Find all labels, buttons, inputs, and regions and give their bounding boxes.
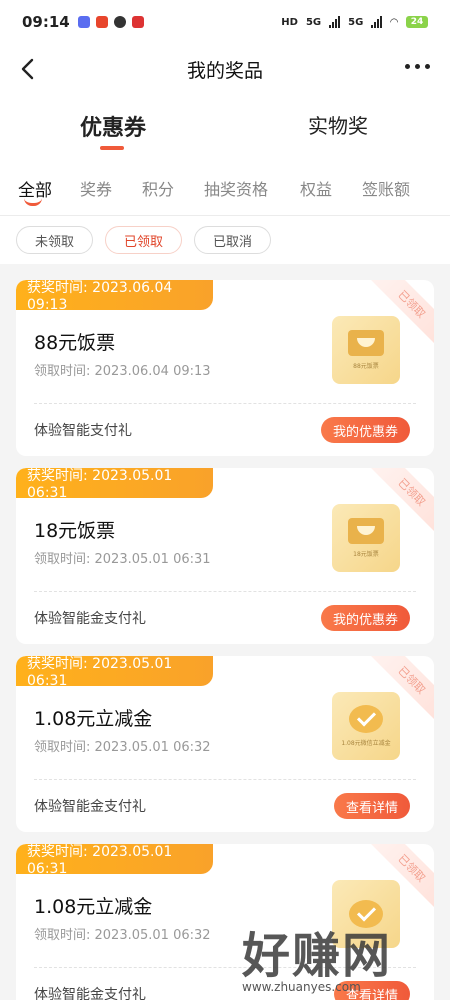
message-icon xyxy=(113,16,126,28)
notification-icons xyxy=(77,16,144,28)
subtab-spending-credit-label: 签账额 xyxy=(362,180,411,199)
prize-card[interactable]: 获奖时间: 2023.06.04 09:13 已领取 88元饭票 领取时间: 2… xyxy=(16,280,434,456)
subtab-benefits-label: 权益 xyxy=(300,180,333,199)
prize-list: 获奖时间: 2023.06.04 09:13 已领取 88元饭票 领取时间: 2… xyxy=(0,264,450,1000)
award-time-badge: 获奖时间: 2023.05.01 06:31 xyxy=(16,468,213,501)
view-details-button[interactable]: 查看详情 xyxy=(333,793,410,819)
prize-card[interactable]: 获奖时间: 2023.05.01 06:31 已领取 18元饭票 领取时间: 2… xyxy=(16,468,434,644)
tab-coupons[interactable]: 优惠券 xyxy=(80,110,147,150)
subtab-points-label: 积分 xyxy=(142,180,175,199)
tab-physical-prizes[interactable]: 实物奖 xyxy=(308,110,368,139)
receive-time: 领取时间: 2023.05.01 06:32 xyxy=(34,740,211,755)
tab-coupons-label: 优惠券 xyxy=(80,116,147,141)
prize-card[interactable]: 获奖时间: 2023.05.01 06:31 已领取 1.08元立减金 领取时间… xyxy=(16,656,434,832)
prize-name: 1.08元立减金 xyxy=(34,708,153,730)
thumbnail-caption: 88元饭票 xyxy=(353,363,379,370)
gift-source: 体验智能金支付礼 xyxy=(34,799,146,815)
thumbnail-caption: 18元饭票 xyxy=(353,551,379,558)
active-tab-indicator xyxy=(100,146,124,150)
app-notification-icon xyxy=(77,16,90,28)
back-arrow-icon[interactable] xyxy=(16,56,42,82)
battery-icon: 24 xyxy=(406,16,428,28)
divider xyxy=(34,403,416,404)
ticket-icon xyxy=(348,330,384,356)
more-icon[interactable] xyxy=(405,64,430,69)
filter-claimed[interactable]: 已领取 xyxy=(105,226,183,254)
watermark-logo-text: 好赚网 xyxy=(242,928,393,984)
app-notification-icon xyxy=(131,16,144,28)
prize-thumbnail: 1.08元微信立减金 xyxy=(332,692,400,760)
prize-thumbnail: 88元饭票 xyxy=(332,316,400,384)
hd-icon: HD xyxy=(281,16,298,28)
site-watermark: 好赚网 www.zhuanyes.com xyxy=(242,916,442,996)
gift-source: 体验智能支付礼 xyxy=(34,423,132,439)
signal-icon xyxy=(371,16,383,28)
filter-cancelled[interactable]: 已取消 xyxy=(194,226,272,254)
main-tabs: 优惠券 实物奖 xyxy=(0,94,450,158)
signal-icon xyxy=(329,16,341,28)
wechat-check-icon xyxy=(349,705,383,733)
status-time: 09:14 xyxy=(22,13,70,31)
gift-source: 体验智能金支付礼 xyxy=(34,611,146,627)
tab-physical-prizes-label: 实物奖 xyxy=(308,114,368,138)
gift-source: 体验智能金支付礼 xyxy=(34,987,146,1000)
receive-time: 领取时间: 2023.06.04 09:13 xyxy=(34,364,211,379)
app-notification-icon xyxy=(95,16,108,28)
subtab-vouchers-label: 奖券 xyxy=(80,180,113,199)
prize-name: 1.08元立减金 xyxy=(34,896,153,918)
active-subtab-indicator xyxy=(24,198,42,206)
award-time-badge: 获奖时间: 2023.05.01 06:31 xyxy=(16,656,213,689)
award-time-badge: 获奖时间: 2023.05.01 06:31 xyxy=(16,844,213,877)
subtab-benefits[interactable]: 权益 xyxy=(300,176,332,200)
my-coupons-button[interactable]: 我的优惠券 xyxy=(320,605,410,631)
divider xyxy=(34,779,416,780)
filter-unclaimed[interactable]: 未领取 xyxy=(16,226,94,254)
receive-time: 领取时间: 2023.05.01 06:32 xyxy=(34,928,211,943)
ticket-icon xyxy=(348,518,384,544)
status-bar: 09:14 HD 5G 5G ◠ 24 xyxy=(0,0,450,44)
subtab-lottery[interactable]: 抽奖资格 xyxy=(204,176,268,200)
divider xyxy=(34,591,416,592)
thumbnail-caption: 1.08元微信立减金 xyxy=(341,740,391,747)
page-title: 我的奖品 xyxy=(186,59,263,82)
my-coupons-button[interactable]: 我的优惠券 xyxy=(320,417,410,443)
sub-tabs: 全部 奖券 积分 抽奖资格 权益 签账额 xyxy=(0,158,450,216)
subtab-vouchers[interactable]: 奖券 xyxy=(80,176,112,200)
subtab-all[interactable]: 全部 xyxy=(18,176,52,206)
status-right: HD 5G 5G ◠ 24 xyxy=(281,16,428,28)
subtab-spending-credit[interactable]: 签账额 xyxy=(362,176,410,200)
subtab-lottery-label: 抽奖资格 xyxy=(204,180,269,199)
receive-time: 领取时间: 2023.05.01 06:31 xyxy=(34,552,211,567)
prize-name: 88元饭票 xyxy=(34,332,116,354)
prize-name: 18元饭票 xyxy=(34,520,116,542)
nav-bar: 我的奖品 xyxy=(0,44,450,94)
wifi-icon: ◠ xyxy=(390,16,398,28)
prize-thumbnail: 18元饭票 xyxy=(332,504,400,572)
award-time-badge: 获奖时间: 2023.06.04 09:13 xyxy=(16,280,213,313)
network-label-1: 5G xyxy=(305,16,322,28)
status-filters: 未领取 已领取 已取消 xyxy=(0,216,450,264)
subtab-points[interactable]: 积分 xyxy=(142,176,174,200)
network-label-2: 5G xyxy=(348,16,364,28)
